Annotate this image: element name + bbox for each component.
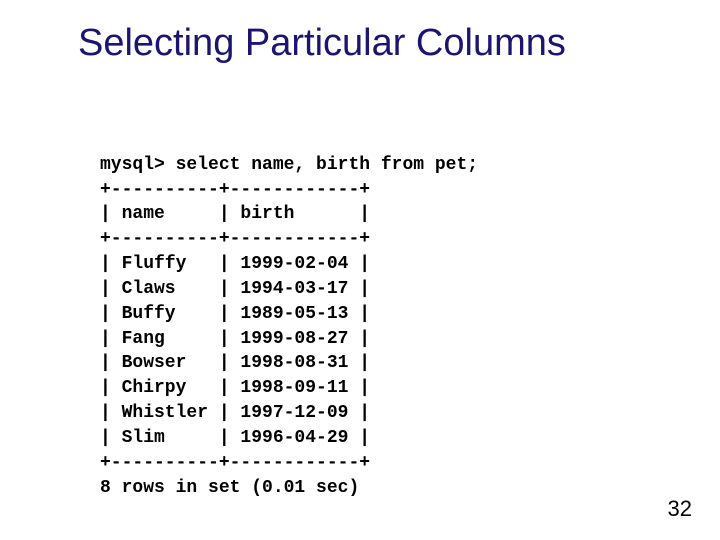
table-row: | Fluffy | 1999-02-04 |: [100, 254, 370, 274]
table-rule-top: +----------+------------+: [100, 180, 370, 200]
table-rule-mid: +----------+------------+: [100, 229, 370, 249]
table-row: | Bowser | 1998-08-31 |: [100, 353, 370, 373]
sql-command: select name, birth from pet;: [165, 155, 478, 175]
table-row: | Claws | 1994-03-17 |: [100, 279, 370, 299]
table-row: | Fang | 1999-08-27 |: [100, 329, 370, 349]
mysql-prompt: mysql>: [100, 155, 165, 175]
query-footer: 8 rows in set (0.01 sec): [100, 478, 359, 498]
table-header: | name | birth |: [100, 204, 370, 224]
page-number: 32: [668, 496, 692, 522]
table-row: | Chirpy | 1998-09-11 |: [100, 378, 370, 398]
table-row: | Slim | 1996-04-29 |: [100, 428, 370, 448]
slide: Selecting Particular Columns mysql> sele…: [0, 0, 720, 540]
page-title: Selecting Particular Columns: [78, 22, 566, 65]
table-rule-bottom: +----------+------------+: [100, 453, 370, 473]
table-row: | Buffy | 1989-05-13 |: [100, 304, 370, 324]
terminal-output: mysql> select name, birth from pet; +---…: [100, 128, 478, 500]
table-row: | Whistler | 1997-12-09 |: [100, 403, 370, 423]
